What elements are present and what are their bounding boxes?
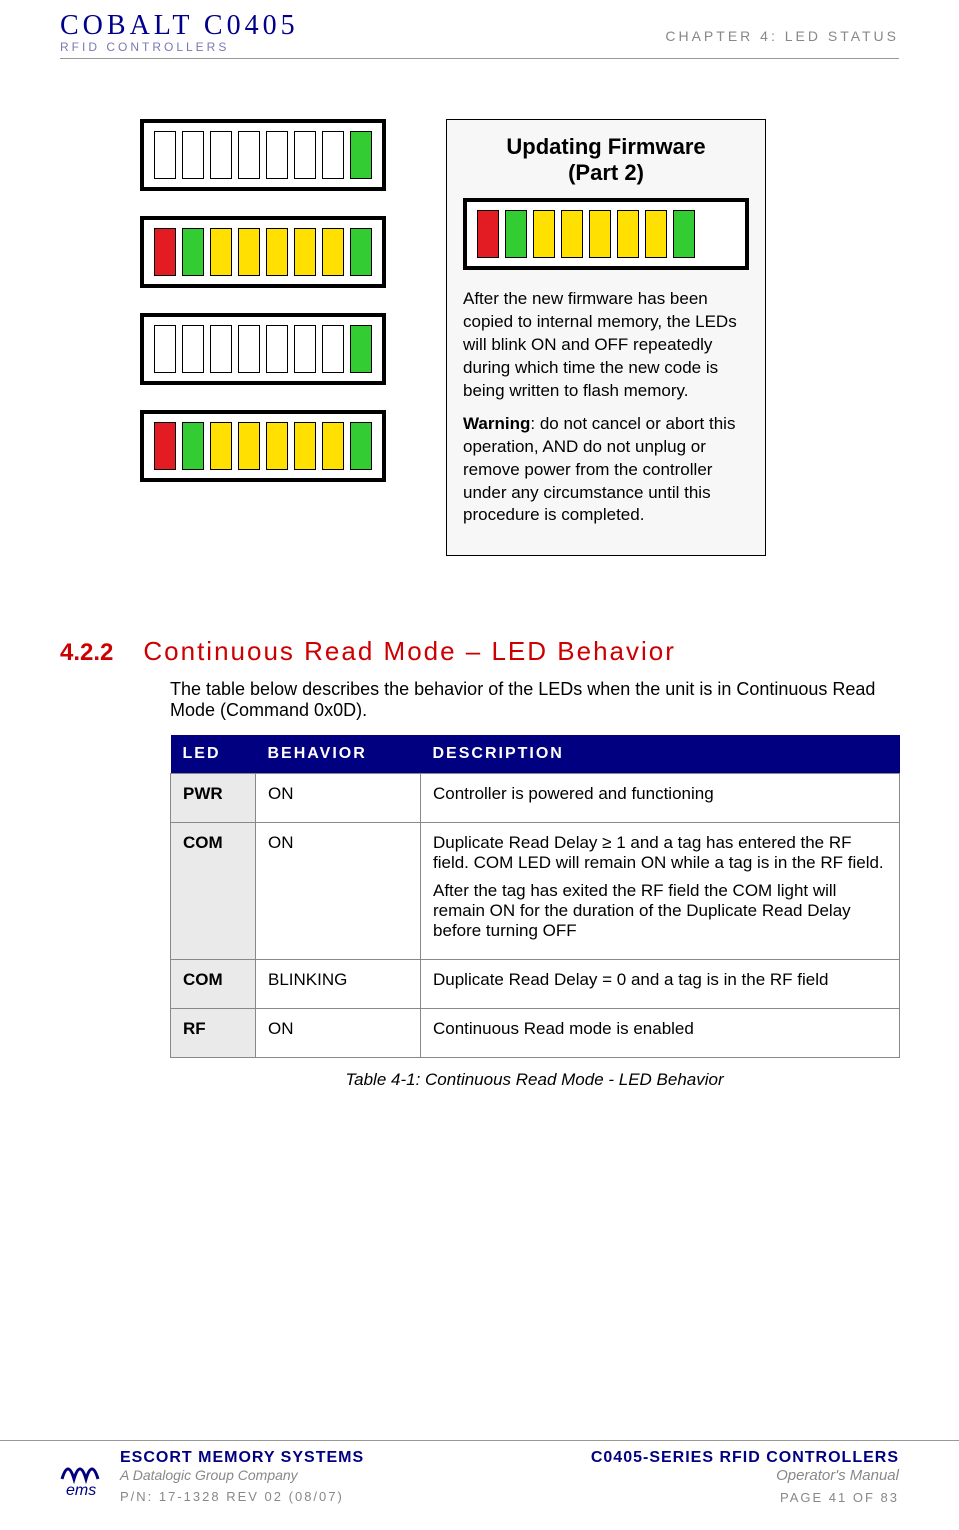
firmware-callout: Updating Firmware (Part 2) After the new…	[446, 119, 766, 556]
led-cell	[322, 325, 344, 373]
footer-brand-sub: A Datalogic Group Company	[120, 1467, 364, 1483]
led-cell	[294, 228, 316, 276]
led-cell	[210, 325, 232, 373]
callout-para2: Warning: do not cancel or abort this ope…	[463, 413, 749, 528]
led-cell	[350, 422, 372, 470]
led-cell	[154, 422, 176, 470]
led-cell	[266, 422, 288, 470]
table-row: RFONContinuous Read mode is enabled	[171, 1009, 900, 1058]
footer-page-number: PAGE 41 OF 83	[591, 1490, 899, 1505]
led-cell	[182, 228, 204, 276]
cell-behavior: ON	[256, 774, 421, 823]
led-strip	[140, 313, 386, 385]
brand-block: COBALT C0405 RFID CONTROLLERS	[60, 10, 299, 54]
led-cell	[182, 325, 204, 373]
led-cell	[505, 210, 527, 258]
table-row: COMONDuplicate Read Delay ≥ 1 and a tag …	[171, 823, 900, 960]
led-cell	[210, 131, 232, 179]
led-cell	[561, 210, 583, 258]
cell-description: Duplicate Read Delay ≥ 1 and a tag has e…	[421, 823, 900, 960]
led-strip	[140, 410, 386, 482]
th-led: LED	[171, 735, 256, 774]
led-cell	[533, 210, 555, 258]
footer-brand-main: ESCORT MEMORY SYSTEMS	[120, 1449, 364, 1467]
led-behavior-table: LED BEHAVIOR DESCRIPTION PWRONController…	[170, 735, 900, 1058]
cell-led: COM	[171, 960, 256, 1009]
led-cell	[182, 131, 204, 179]
cell-led: RF	[171, 1009, 256, 1058]
led-cell	[154, 228, 176, 276]
cell-led: PWR	[171, 774, 256, 823]
led-cell	[294, 422, 316, 470]
cell-behavior: ON	[256, 823, 421, 960]
cell-description: Controller is powered and functioning	[421, 774, 900, 823]
ems-logo-text: ems	[66, 1482, 96, 1497]
page-header: COBALT C0405 RFID CONTROLLERS CHAPTER 4:…	[60, 10, 899, 59]
callout-title: Updating Firmware (Part 2)	[463, 134, 749, 186]
th-description: DESCRIPTION	[421, 735, 900, 774]
led-strip	[140, 216, 386, 288]
led-stack	[140, 119, 386, 556]
led-cell	[322, 422, 344, 470]
cell-led: COM	[171, 823, 256, 960]
led-cell	[645, 210, 667, 258]
ems-logo-icon: ems	[60, 1449, 108, 1497]
page-footer: ems ESCORT MEMORY SYSTEMS A Datalogic Gr…	[0, 1440, 959, 1525]
section-title: Continuous Read Mode – LED Behavior	[143, 636, 676, 667]
section-intro: The table below describes the behavior o…	[170, 679, 899, 721]
chapter-title: CHAPTER 4: LED STATUS	[665, 28, 899, 44]
cell-description: Duplicate Read Delay = 0 and a tag is in…	[421, 960, 900, 1009]
brand-sub: RFID CONTROLLERS	[60, 40, 299, 54]
led-cell	[266, 228, 288, 276]
led-cell	[210, 228, 232, 276]
led-cell	[182, 422, 204, 470]
callout-led-strip	[463, 198, 749, 270]
cell-behavior: BLINKING	[256, 960, 421, 1009]
callout-title-line1: Updating Firmware	[506, 134, 705, 159]
footer-part-number: P/N: 17-1328 REV 02 (08/07)	[120, 1489, 364, 1504]
led-cell	[350, 228, 372, 276]
led-cell	[238, 131, 260, 179]
led-cell	[294, 131, 316, 179]
led-cell	[238, 325, 260, 373]
footer-manual: Operator's Manual	[591, 1467, 899, 1484]
led-cell	[266, 325, 288, 373]
th-behavior: BEHAVIOR	[256, 735, 421, 774]
section-number: 4.2.2	[60, 639, 113, 667]
led-cell	[238, 228, 260, 276]
table-row: COMBLINKINGDuplicate Read Delay = 0 and …	[171, 960, 900, 1009]
brand-main: COBALT C0405	[60, 10, 299, 42]
led-cell	[238, 422, 260, 470]
led-cell	[294, 325, 316, 373]
cell-description: Continuous Read mode is enabled	[421, 1009, 900, 1058]
led-cell	[322, 228, 344, 276]
table-row: PWRONController is powered and functioni…	[171, 774, 900, 823]
callout-title-line2: (Part 2)	[568, 160, 644, 185]
led-strip	[140, 119, 386, 191]
led-cell	[617, 210, 639, 258]
table-caption: Table 4-1: Continuous Read Mode - LED Be…	[170, 1070, 899, 1090]
led-cell	[673, 210, 695, 258]
callout-para1: After the new firmware has been copied t…	[463, 288, 749, 403]
led-cell	[154, 325, 176, 373]
warning-label: Warning	[463, 414, 530, 433]
led-cell	[477, 210, 499, 258]
led-cell	[589, 210, 611, 258]
footer-series: C0405-SERIES RFID CONTROLLERS	[591, 1449, 899, 1467]
section-heading: 4.2.2 Continuous Read Mode – LED Behavio…	[60, 636, 899, 667]
led-cell	[350, 131, 372, 179]
led-cell	[210, 422, 232, 470]
led-cell	[266, 131, 288, 179]
led-cell	[350, 325, 372, 373]
led-cell	[154, 131, 176, 179]
cell-behavior: ON	[256, 1009, 421, 1058]
led-cell	[322, 131, 344, 179]
